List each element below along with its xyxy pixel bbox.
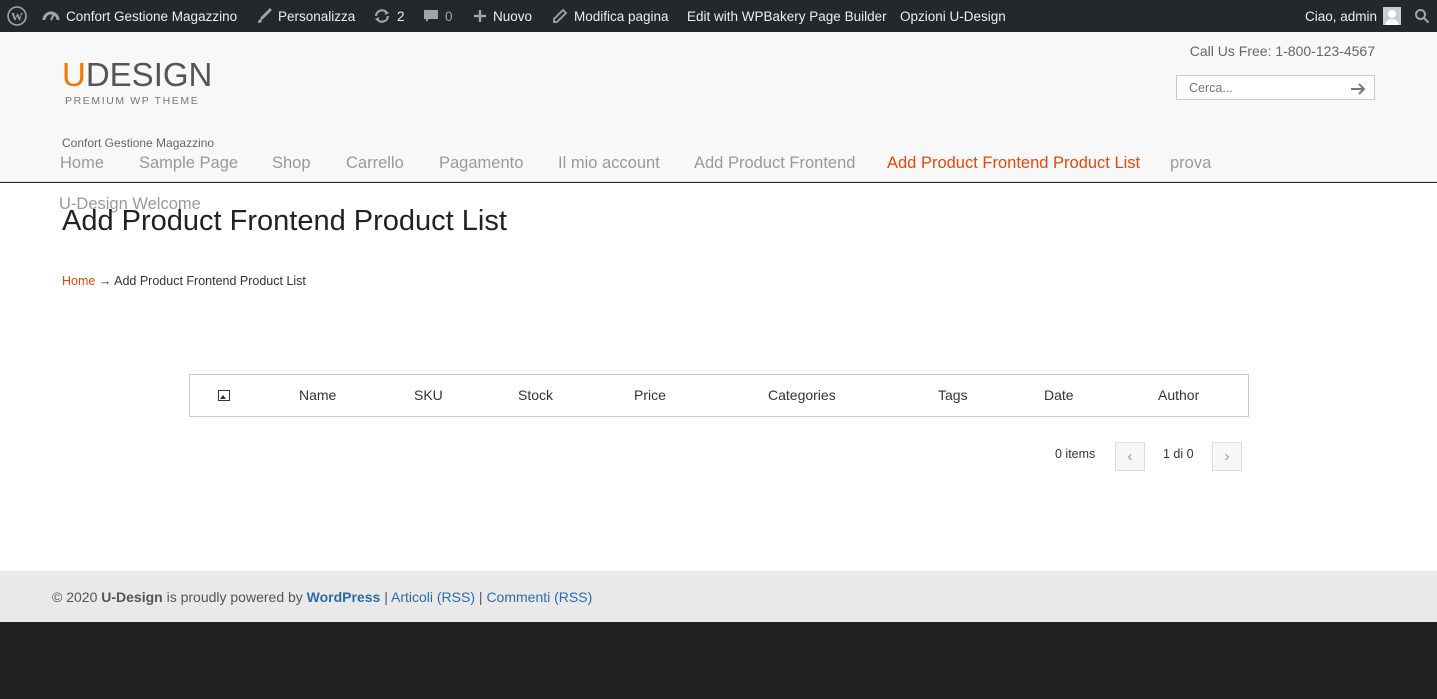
menu-item-prova[interactable]: prova [1170, 154, 1211, 173]
column-header-tags[interactable]: Tags [938, 375, 968, 416]
logo-u: U [62, 56, 86, 93]
search-input[interactable] [1177, 76, 1337, 99]
menu-item-pagamento[interactable]: Pagamento [439, 154, 523, 173]
footer-wordpress-link[interactable]: WordPress [307, 589, 381, 605]
footer-copyright: © 2020 [52, 589, 98, 605]
logo-wordmark: UDESIGN [62, 58, 212, 92]
bottom-bar [0, 622, 1437, 699]
pagination-page-indicator: 1 di 0 [1163, 447, 1194, 461]
column-header-name[interactable]: Name [299, 375, 336, 416]
footer-powered-text: is proudly powered by [166, 589, 303, 605]
adminbar-wpbakery[interactable]: Edit with WPBakery Page Builder [687, 0, 887, 32]
adminbar-edit-page[interactable]: Modifica pagina [552, 0, 669, 32]
breadcrumb: Home → Add Product Frontend Product List [62, 274, 306, 288]
adminbar-updates[interactable]: 2 [373, 0, 405, 32]
new-label: Nuovo [493, 8, 533, 24]
column-header-price[interactable]: Price [634, 375, 666, 416]
call-us-text: Call Us Free: 1-800-123-4567 [1189, 43, 1375, 59]
menu-item-il-mio-account[interactable]: Il mio account [558, 154, 660, 173]
plus-icon [473, 9, 487, 23]
menu-item-add-product-frontend[interactable]: Add Product Frontend [694, 154, 855, 173]
pagination-next-button[interactable]: › [1212, 442, 1242, 471]
paintbrush-icon [256, 8, 272, 24]
column-header-author[interactable]: Author [1158, 375, 1199, 416]
pagination-items-count: 0 items [1055, 447, 1096, 461]
menu-item-add-product-frontend-product-list[interactable]: Add Product Frontend Product List [887, 154, 1140, 173]
wordpress-logo-icon[interactable]: W [7, 0, 27, 32]
breadcrumb-home-link[interactable]: Home [62, 274, 95, 288]
breadcrumb-separator: → [98, 274, 112, 288]
adminbar-udesign-options[interactable]: Opzioni U-Design [900, 0, 1006, 32]
updates-count: 2 [397, 8, 405, 24]
pencil-icon [552, 8, 568, 24]
site-header: UDESIGN PREMIUM WP THEME Call Us Free: 1… [0, 32, 1437, 182]
menu-item-sample-page[interactable]: Sample Page [139, 154, 238, 173]
site-name-label: Confort Gestione Magazzino [66, 8, 238, 24]
product-list-table: Name SKU Stock Price Categories Tags Dat… [189, 374, 1249, 417]
footer-separator: | [478, 589, 483, 605]
adminbar-site-name[interactable]: Confort Gestione Magazzino [42, 0, 237, 32]
footer-separator: | [384, 589, 388, 605]
adminbar-new[interactable]: Nuovo [473, 0, 532, 32]
udesign-options-label: Opzioni U-Design [900, 8, 1006, 24]
column-header-sku[interactable]: SKU [414, 375, 443, 416]
breadcrumb-current: Add Product Frontend Product List [114, 274, 306, 288]
site-footer: © 2020 U-Design is proudly powered by Wo… [0, 571, 1437, 622]
footer-articles-rss-link[interactable]: Articoli (RSS) [391, 589, 475, 605]
adminbar-search-icon[interactable] [1414, 0, 1430, 32]
customize-label: Personalizza [278, 8, 356, 24]
svg-text:W: W [11, 10, 23, 24]
greeting-label: Ciao, admin [1305, 8, 1378, 24]
dashboard-icon [42, 8, 60, 24]
admin-bar: W Confort Gestione Magazzino Personalizz… [0, 0, 1437, 32]
menu-item-shop[interactable]: Shop [272, 154, 311, 173]
column-header-date[interactable]: Date [1044, 375, 1074, 416]
search-form [1176, 75, 1375, 100]
search-icon [1414, 8, 1430, 24]
menu-item-home[interactable]: Home [60, 154, 104, 173]
updates-icon [373, 8, 391, 24]
page-title: Add Product Frontend Product List [62, 205, 507, 237]
footer-credits: © 2020 U-Design is proudly powered by Wo… [52, 589, 592, 605]
logo-design: DESIGN [85, 56, 213, 93]
adminbar-customize[interactable]: Personalizza [256, 0, 355, 32]
edit-page-label: Modifica pagina [574, 8, 669, 24]
site-logo[interactable]: UDESIGN PREMIUM WP THEME [62, 58, 212, 108]
image-icon [218, 390, 230, 401]
comments-count: 0 [445, 8, 453, 24]
site-description: Confort Gestione Magazzino [62, 136, 215, 150]
search-submit-arrow-icon[interactable] [1350, 78, 1366, 98]
menu-item-carrello[interactable]: Carrello [346, 154, 404, 173]
footer-comments-rss-link[interactable]: Commenti (RSS) [486, 589, 592, 605]
adminbar-my-account[interactable]: Ciao, admin [1305, 0, 1402, 32]
main-content: U-Design Welcome Add Product Frontend Pr… [0, 183, 1437, 571]
logo-tagline: PREMIUM WP THEME [65, 95, 200, 107]
footer-brand: U-Design [101, 589, 163, 605]
pagination-prev-button[interactable]: ‹ [1115, 442, 1145, 471]
column-header-stock[interactable]: Stock [518, 375, 553, 416]
avatar [1383, 7, 1402, 25]
comment-icon [423, 8, 439, 24]
adminbar-comments[interactable]: 0 [423, 0, 453, 32]
wpbakery-label: Edit with WPBakery Page Builder [687, 8, 887, 24]
column-header-categories[interactable]: Categories [768, 375, 836, 416]
